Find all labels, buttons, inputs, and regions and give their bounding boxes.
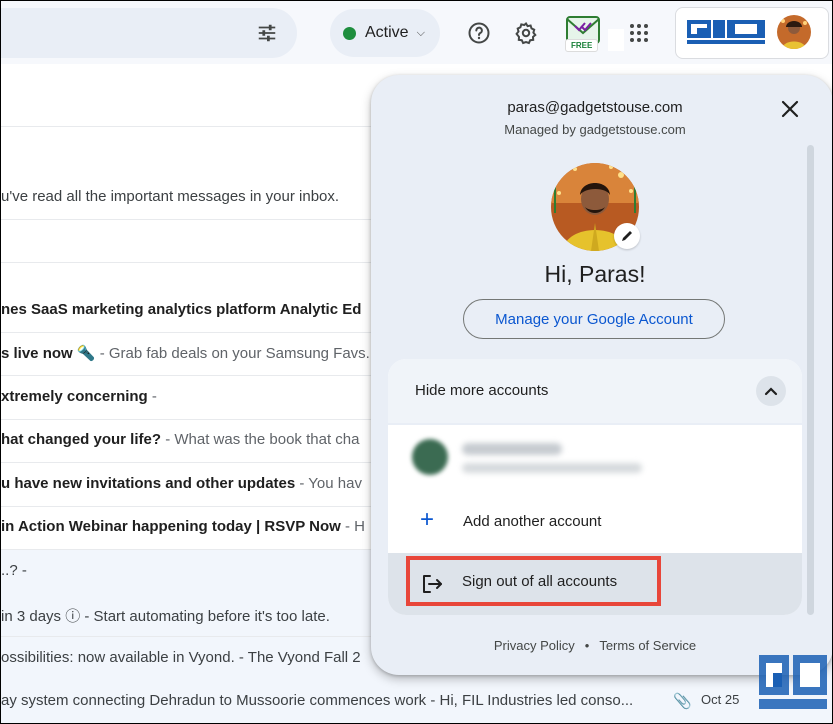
blurred-email	[462, 463, 642, 473]
highlight-annotation	[406, 556, 661, 606]
blurred-name	[462, 443, 562, 455]
footer-links: Privacy Policy • Terms of Service	[371, 638, 819, 653]
extension-placeholder	[608, 29, 624, 51]
terms-link[interactable]: Terms of Service	[599, 638, 696, 653]
other-account-item[interactable]	[388, 425, 802, 489]
avatar	[412, 439, 448, 475]
free-badge: FREE	[565, 39, 599, 52]
add-account-button[interactable]: + Add another account	[388, 490, 802, 552]
chevron-up-icon	[756, 376, 786, 406]
avatar[interactable]	[777, 15, 811, 49]
apps-grid-icon[interactable]	[623, 17, 655, 49]
edit-pencil-icon[interactable]	[614, 223, 640, 249]
separator: •	[584, 638, 590, 653]
top-bar: Active ⌵ FREE	[1, 1, 832, 64]
account-email: paras@gadgetstouse.com	[507, 99, 683, 116]
table-row[interactable]: ay system connecting Dehradun to Mussoor…	[1, 680, 832, 723]
hide-accounts-label: Hide more accounts	[415, 382, 549, 399]
status-label: Active	[365, 24, 409, 41]
settings-icon[interactable]	[510, 17, 542, 49]
greeting: Hi, Paras!	[544, 261, 646, 287]
email-date: Oct 25	[701, 692, 740, 707]
manage-account-button[interactable]: Manage your Google Account	[463, 299, 725, 339]
chevron-down-icon: ⌵	[416, 26, 425, 39]
attachment-icon: 📎	[673, 693, 692, 710]
filter-icon[interactable]	[251, 17, 283, 49]
add-account-label: Add another account	[463, 513, 602, 530]
watermark-logo	[757, 653, 829, 713]
brand-logo	[685, 18, 767, 46]
hide-accounts-toggle[interactable]: Hide more accounts	[388, 359, 802, 425]
plus-icon: +	[420, 506, 435, 533]
status-dot-icon	[343, 26, 356, 40]
privacy-policy-link[interactable]: Privacy Policy	[494, 638, 575, 653]
managed-by-label: Managed by gadgetstouse.com	[504, 122, 686, 137]
status-dropdown[interactable]: Active ⌵	[330, 9, 440, 57]
help-icon[interactable]	[463, 17, 495, 49]
scrollbar[interactable]	[807, 145, 814, 615]
gmail-window: Active ⌵ FREE u've read all the importan…	[0, 0, 833, 724]
